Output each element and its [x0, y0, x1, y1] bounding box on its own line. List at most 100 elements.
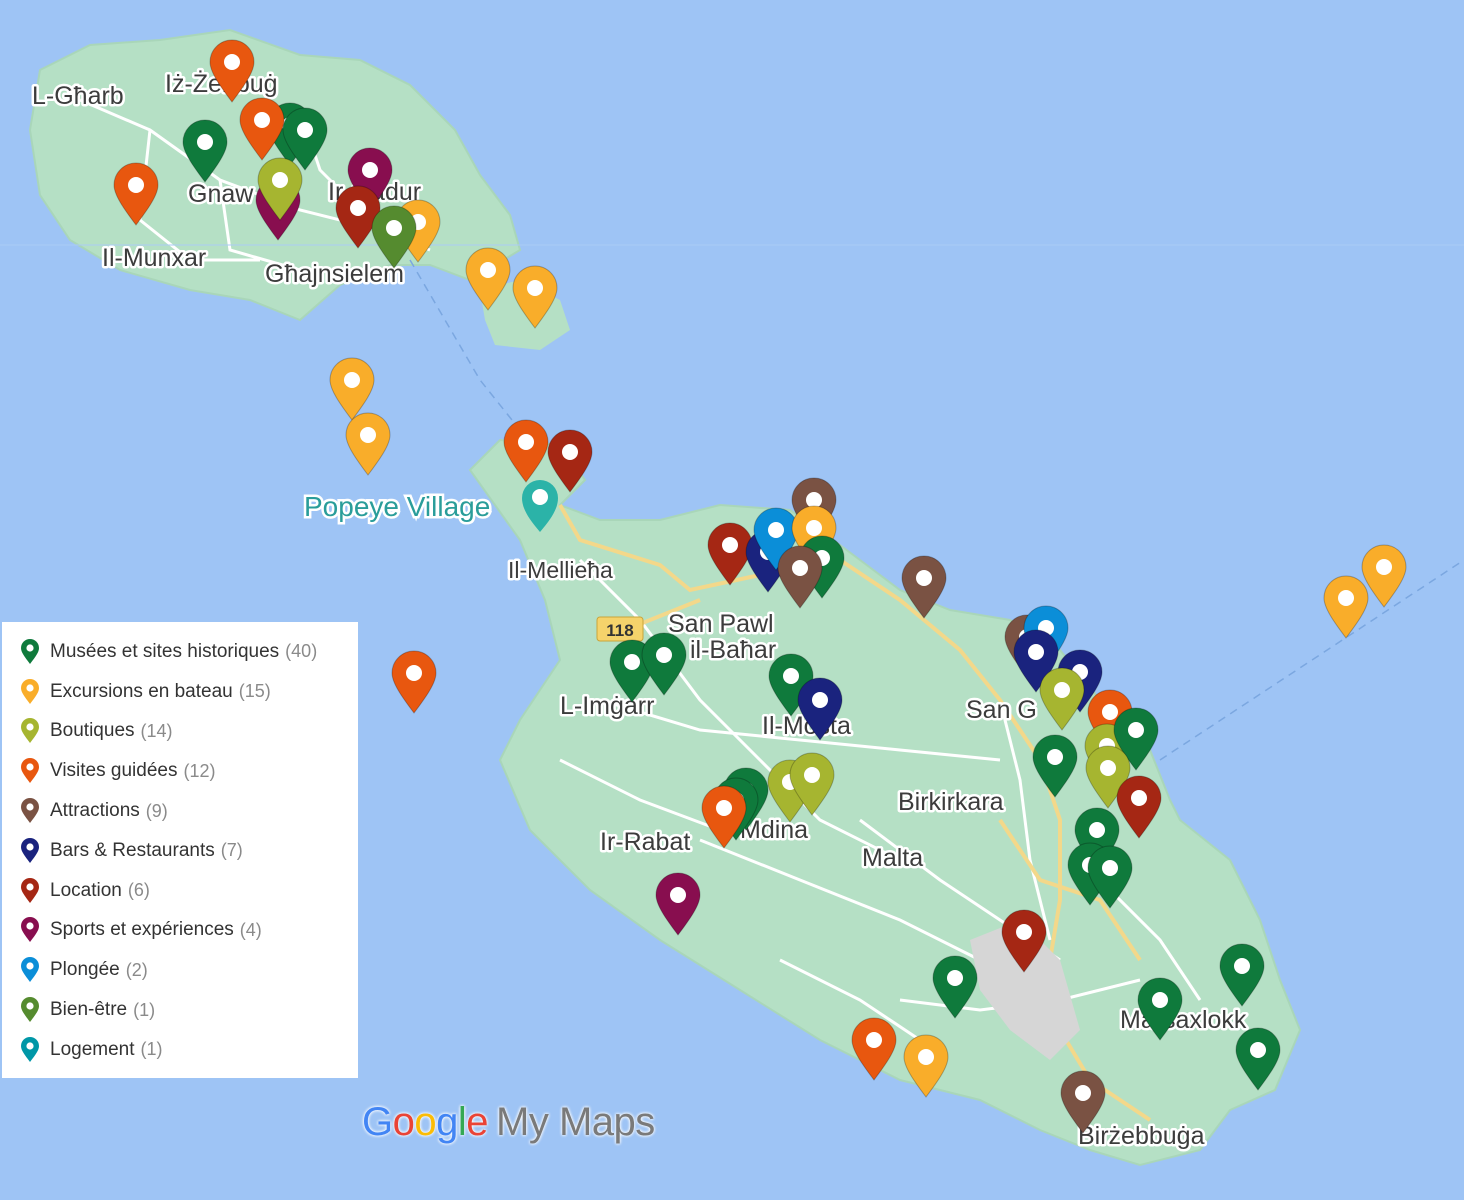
pin-dot [272, 172, 288, 188]
legend-item-plongee[interactable]: Plongée (2) [2, 950, 358, 990]
map-pin-icon [21, 678, 39, 704]
map-pin-icon [21, 798, 39, 824]
place-label: Malta [862, 844, 923, 872]
place-label: L-Imġarr [560, 692, 654, 720]
pin-dot [350, 200, 366, 216]
legend-label: Plongée [50, 959, 120, 981]
pin-dot [1028, 644, 1044, 660]
legend-item-sports[interactable]: Sports et expériences (4) [2, 911, 358, 951]
pin-dot [918, 1049, 934, 1065]
pin-dot [670, 887, 686, 903]
legend-count: (2) [125, 959, 148, 980]
pin-dot [224, 54, 240, 70]
legend-item-location[interactable]: Location (6) [2, 871, 358, 911]
place-label: il-Baħar [690, 636, 776, 664]
pin-dot [624, 654, 640, 670]
legend-item-attractions[interactable]: Attractions (9) [2, 791, 358, 831]
poi-label: Popeye Village [304, 491, 490, 522]
pin-dot [783, 668, 799, 684]
legend-count: (4) [239, 919, 262, 940]
legend-item-musees[interactable]: Musées et sites historiques (40) [2, 632, 358, 672]
pin-dot [792, 560, 808, 576]
google-my-maps-logo: Google My Maps [362, 1100, 655, 1145]
legend-count: (14) [140, 720, 173, 741]
map-pin-icon [21, 997, 39, 1023]
place-label: L-Għarb [32, 82, 124, 110]
pin-dot [562, 444, 578, 460]
map-pin-icon [21, 638, 39, 664]
legend-label: Excursions en bateau [50, 680, 233, 702]
pin-dot [197, 134, 213, 150]
legend-label: Boutiques [50, 720, 135, 742]
legend-label: Visites guidées [50, 760, 178, 782]
pin-dot [1016, 924, 1032, 940]
place-label: Il-Munxar [102, 244, 206, 272]
legend-item-boutiques[interactable]: Boutiques (14) [2, 712, 358, 752]
pin-dot [1152, 992, 1168, 1008]
pin-dot [1100, 760, 1116, 776]
logo-letter: o [414, 1100, 437, 1144]
pin-dot [804, 767, 820, 783]
pin-dot [722, 537, 738, 553]
legend-count: (40) [285, 641, 318, 662]
legend-item-bien-etre[interactable]: Bien-être (1) [2, 990, 358, 1030]
pin-dot [806, 520, 822, 536]
logo-letter: o [392, 1100, 415, 1144]
pin-dot [1234, 958, 1250, 974]
pin-dot [812, 692, 828, 708]
legend-count: (1) [133, 999, 156, 1020]
map-pin-icon [21, 1036, 39, 1062]
pin-dot [480, 262, 496, 278]
legend-label: Attractions [50, 800, 140, 822]
pin-dot [386, 220, 402, 236]
map-pin-icon [21, 758, 39, 784]
legend-item-excursions[interactable]: Excursions en bateau (15) [2, 672, 358, 712]
logo-text: My Maps [496, 1100, 655, 1144]
pin-dot [1376, 559, 1392, 575]
pin-dot [360, 427, 376, 443]
route-number: 118 [606, 621, 633, 640]
place-label: Il-Mellieħa [508, 557, 613, 583]
legend-item-bars[interactable]: Bars & Restaurants (7) [2, 831, 358, 871]
place-label: Birżebbuġa [1078, 1122, 1205, 1150]
pin-dot [716, 800, 732, 816]
map-pin-icon [21, 957, 39, 983]
route-badge: 118 [596, 616, 644, 642]
legend-panel: Musées et sites historiques (40) Excursio… [2, 622, 358, 1078]
pin-dot [344, 372, 360, 388]
pin-dot [527, 280, 543, 296]
pin-dot [1102, 704, 1118, 720]
pin-dot [1102, 860, 1118, 876]
pin-dot [406, 665, 422, 681]
legend-count: (12) [183, 760, 216, 781]
legend-label: Musées et sites historiques [50, 640, 280, 662]
place-label: San Pawl [668, 610, 774, 638]
pin-dot [866, 1032, 882, 1048]
legend-item-logement[interactable]: Logement (1) [2, 1030, 358, 1070]
legend-count: (15) [238, 681, 271, 702]
place-label: Għajnsielem [265, 260, 404, 288]
legend-label: Bien-être [50, 999, 128, 1021]
pin-dot [768, 522, 784, 538]
place-label: Marsaxlokk [1120, 1006, 1247, 1034]
pin-dot [518, 434, 534, 450]
pin-dot [916, 570, 932, 586]
pin-dot [362, 162, 378, 178]
legend-item-visites[interactable]: Visites guidées (12) [2, 751, 358, 791]
park-icon [532, 489, 548, 505]
place-label: Ir-Rabat [600, 828, 690, 856]
pin-dot [1131, 790, 1147, 806]
map-pin-icon [21, 837, 39, 863]
pin-dot [128, 177, 144, 193]
legend-label: Logement [50, 1038, 135, 1060]
pin-dot [1054, 682, 1070, 698]
pin-dot [947, 970, 963, 986]
pin-dot [1075, 1085, 1091, 1101]
legend-label: Bars & Restaurants [50, 839, 215, 861]
pin-dot [1250, 1042, 1266, 1058]
logo-letter: l [457, 1100, 467, 1144]
pin-dot [1338, 590, 1354, 606]
logo-letter: G [362, 1100, 393, 1144]
legend-label: Sports et expériences [50, 919, 234, 941]
pin-dot [1047, 749, 1063, 765]
